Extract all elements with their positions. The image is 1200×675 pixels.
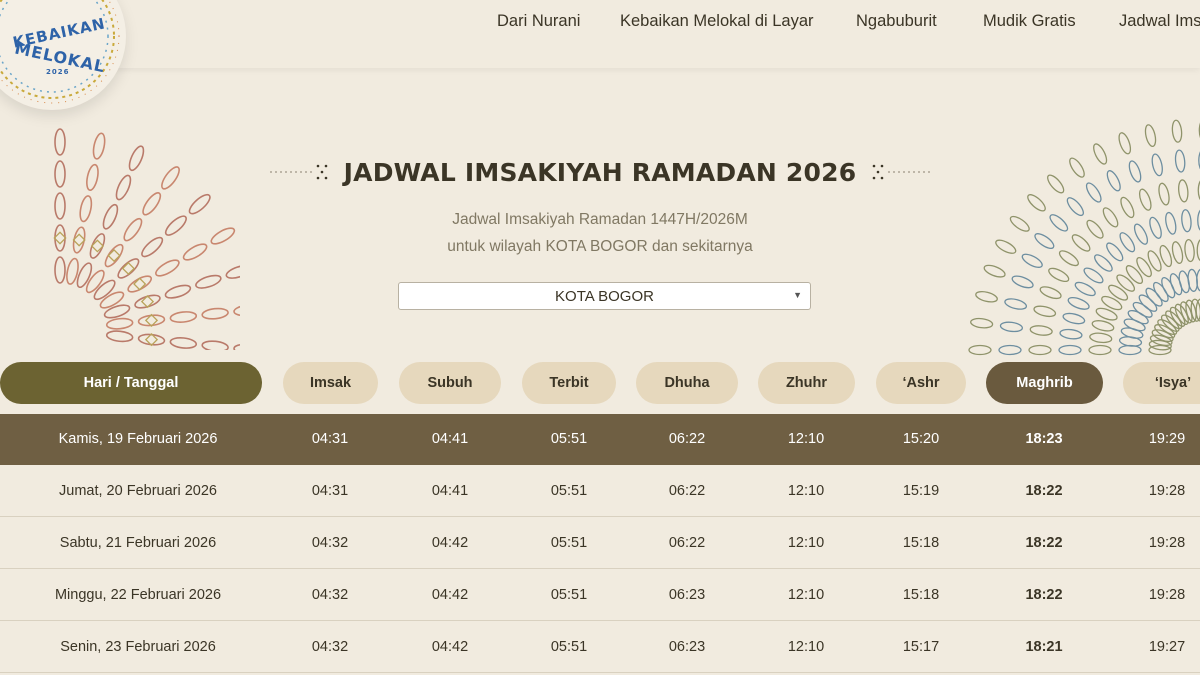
cell-terbit: 05:51 — [550, 587, 588, 603]
table-row: Senin, 23 Februari 2026 04:32 04:42 05:51 06… — [0, 622, 1200, 673]
cell-dhuha: 06:22 — [668, 535, 706, 551]
cell-ashr: 15:20 — [902, 431, 940, 447]
cell-imsak: 04:32 — [311, 535, 349, 551]
cell-isya: 19:29 — [1148, 431, 1186, 447]
cell-dhuha: 06:22 — [668, 431, 706, 447]
cell-dhuha: 06:23 — [668, 639, 706, 655]
table-row: Kamis, 19 Februari 2026 04:31 04:41 05:51 06… — [0, 414, 1200, 465]
nav-item-mudik-gratis[interactable]: Mudik Gratis — [983, 12, 1076, 31]
cell-date: Kamis, 19 Februari 2026 — [58, 431, 218, 447]
city-select[interactable]: KOTA BOGOR ▼ — [398, 282, 811, 310]
cell-ashr: 15:17 — [902, 639, 940, 655]
cell-imsak: 04:31 — [311, 483, 349, 499]
cell-zhuhr: 12:10 — [787, 431, 825, 447]
cell-ashr: 15:18 — [902, 535, 940, 551]
table-row: Minggu, 22 Februari 2026 04:32 04:42 05:51 0… — [0, 570, 1200, 621]
right-ornament-icon — [968, 118, 1200, 356]
cell-imsak: 04:32 — [311, 587, 349, 603]
header-isya[interactable]: ‘Isya’ — [1123, 362, 1200, 404]
title-ornament-right-icon — [873, 164, 931, 180]
cell-date: Minggu, 22 Februari 2026 — [54, 587, 222, 603]
cell-isya: 19:28 — [1148, 483, 1186, 499]
cell-imsak: 04:31 — [311, 431, 349, 447]
cell-dhuha: 06:23 — [668, 587, 706, 603]
cell-maghrib: 18:22 — [1025, 535, 1063, 551]
title-row: JADWAL IMSAKIYAH RAMADAN 2026 — [0, 152, 1200, 192]
cell-date: Jumat, 20 Februari 2026 — [59, 483, 217, 499]
table-row: Jumat, 20 Februari 2026 04:31 04:41 05:51 06… — [0, 466, 1200, 517]
cell-subuh: 04:42 — [431, 535, 469, 551]
logo-year: 2026 — [46, 68, 70, 76]
cell-zhuhr: 12:10 — [787, 639, 825, 655]
subtitle-line-2: untuk wilayah KOTA BOGOR dan sekitarnya — [447, 238, 753, 255]
title-ornament-left-icon — [269, 164, 327, 180]
cell-dhuha: 06:22 — [668, 483, 706, 499]
cell-date: Senin, 23 Februari 2026 — [60, 639, 216, 655]
cell-maghrib: 18:22 — [1025, 483, 1063, 499]
header-maghrib[interactable]: Maghrib — [986, 362, 1103, 404]
table-row: Sabtu, 21 Februari 2026 04:32 04:42 05:51 06… — [0, 518, 1200, 569]
cell-zhuhr: 12:10 — [787, 535, 825, 551]
cell-terbit: 05:51 — [550, 535, 588, 551]
cell-ashr: 15:18 — [902, 587, 940, 603]
header-subuh[interactable]: Subuh — [399, 362, 501, 404]
nav-item-kebaikan-melokal-di-layar[interactable]: Kebaikan Melokal di Layar — [620, 12, 814, 31]
header-terbit[interactable]: Terbit — [522, 362, 616, 404]
cell-subuh: 04:42 — [431, 639, 469, 655]
cell-isya: 19:27 — [1148, 639, 1186, 655]
cell-zhuhr: 12:10 — [787, 587, 825, 603]
subtitle-line-1: Jadwal Imsakiyah Ramadan 1447H/2026M — [452, 211, 748, 228]
header-hari-tanggal[interactable]: Hari / Tanggal — [0, 362, 262, 404]
cell-terbit: 05:51 — [550, 639, 588, 655]
header-ashr[interactable]: ‘Ashr — [876, 362, 966, 404]
select-arrow-icon: ▼ — [793, 290, 802, 300]
cell-isya: 19:28 — [1148, 535, 1186, 551]
cell-date: Sabtu, 21 Februari 2026 — [59, 535, 217, 551]
cell-maghrib: 18:21 — [1025, 639, 1063, 655]
cell-zhuhr: 12:10 — [787, 483, 825, 499]
cell-imsak: 04:32 — [311, 639, 349, 655]
logo-badge[interactable]: KEBAIKAN MELOKAL 2026 — [0, 0, 126, 110]
cell-terbit: 05:51 — [550, 431, 588, 447]
header-imsak[interactable]: Imsak — [283, 362, 378, 404]
header-zhuhr[interactable]: Zhuhr — [758, 362, 855, 404]
cell-maghrib: 18:23 — [1025, 431, 1063, 447]
nav-item-dari-nurani[interactable]: Dari Nurani — [497, 12, 580, 31]
nav-item-ngabuburit[interactable]: Ngabuburit — [856, 12, 937, 31]
cell-terbit: 05:51 — [550, 483, 588, 499]
cell-subuh: 04:42 — [431, 587, 469, 603]
cell-isya: 19:28 — [1148, 587, 1186, 603]
top-navigation: Dari Nurani Kebaikan Melokal di Layar Ng… — [0, 0, 1200, 68]
header-dhuha[interactable]: Dhuha — [636, 362, 738, 404]
cell-ashr: 15:19 — [902, 483, 940, 499]
page-title: JADWAL IMSAKIYAH RAMADAN 2026 — [343, 157, 857, 187]
cell-maghrib: 18:22 — [1025, 587, 1063, 603]
cell-subuh: 04:41 — [431, 483, 469, 499]
nav-item-jadwal-imsakiyah[interactable]: Jadwal Imsakiyah — [1119, 12, 1200, 31]
city-select-value: KOTA BOGOR — [555, 287, 654, 305]
cell-subuh: 04:41 — [431, 431, 469, 447]
